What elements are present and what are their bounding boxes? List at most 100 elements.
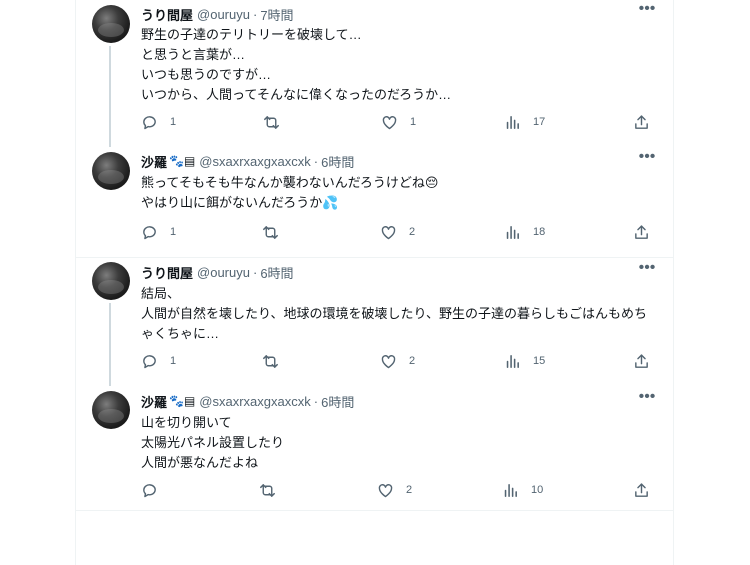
reply-button[interactable]: 1 (141, 111, 176, 133)
heart-icon (381, 225, 396, 239)
like-button[interactable]: 2 (380, 350, 415, 372)
share-icon (635, 482, 648, 497)
view-count: 15 (533, 355, 546, 367)
timestamp[interactable]: 7時間 (260, 5, 293, 24)
tweet[interactable]: うり間屋 @ouruyu · 7時間 ••• 野生の子達のテリトリーを破壊して…… (76, 0, 673, 147)
like-count: 2 (409, 355, 416, 367)
tweet-text-line: と思うと言葉が… (141, 47, 246, 62)
avatar[interactable] (92, 152, 130, 190)
tweet-text-line: 人間が悪なんだよね (141, 455, 259, 470)
tweet-text-line: 野生の子達のテリトリーを破壊して… (141, 27, 362, 42)
author-name[interactable]: うり間屋 (141, 263, 193, 282)
timestamp[interactable]: 6時間 (321, 152, 354, 171)
views-button[interactable]: 18 (504, 221, 545, 243)
timestamp[interactable]: 6時間 (321, 392, 354, 411)
share-button[interactable] (633, 479, 650, 501)
like-button[interactable]: 1 (381, 111, 416, 133)
author-handle[interactable]: @ouruyu (197, 7, 250, 22)
reply-button[interactable] (141, 479, 170, 501)
retweet-icon (264, 115, 279, 129)
views-chart-icon (506, 225, 519, 239)
separator-dot: · (313, 393, 319, 409)
tweet[interactable]: うり間屋 @ouruyu · 6時間 ••• 結局、 人間が自然を壊したり、地球… (76, 257, 673, 386)
tweet-text-line: 結局、 (141, 286, 181, 301)
tweet[interactable]: 沙羅 🐾▤ @sxaxrxaxgxaxcxk · 6時間 ••• 熊ってそもそも… (76, 147, 673, 258)
like-count: 2 (409, 226, 416, 238)
reply-count: 1 (170, 355, 177, 367)
author-handle[interactable]: @sxaxrxaxgxaxcxk (199, 154, 310, 169)
retweet-icon (263, 225, 278, 239)
like-button[interactable]: 2 (380, 221, 415, 243)
action-bar: 1 2 15 (76, 350, 673, 372)
reply-button[interactable]: 1 (141, 350, 176, 372)
reply-icon (143, 115, 156, 129)
name-emoji: 🐾▤ (169, 394, 196, 408)
share-button[interactable] (633, 111, 650, 133)
author-handle[interactable]: @ouruyu (197, 265, 250, 280)
reply-icon (143, 483, 156, 497)
like-count: 2 (406, 484, 413, 496)
reply-button[interactable]: 1 (141, 221, 176, 243)
share-button[interactable] (633, 350, 650, 372)
more-dots-icon[interactable]: ••• (637, 389, 657, 410)
conversation-thread: うり間屋 @ouruyu · 7時間 ••• 野生の子達のテリトリーを破壊して…… (75, 0, 674, 565)
action-bar: 2 10 (76, 479, 673, 501)
tweet-text-line: いつから、人間ってそんなに偉くなったのだろうか… (141, 87, 452, 102)
tweet-text: 熊ってそもそも牛なんか襲わないんだろうけどね😔 やはり山に餌がないんだろうか💦 (141, 173, 661, 213)
author-name[interactable]: うり間屋 (141, 5, 193, 24)
share-icon (635, 114, 648, 129)
tweet-text-line: 人間が自然を壊したり、地球の環境を破壊したり、野生の子達の暮らしもごはんもめち (141, 306, 647, 321)
avatar[interactable] (92, 5, 130, 43)
tweet-text-line: いつも思うのですが… (141, 67, 272, 82)
view-count: 18 (533, 226, 546, 238)
retweet-button[interactable] (263, 111, 280, 133)
heart-icon (381, 354, 396, 368)
views-button[interactable]: 10 (502, 479, 543, 501)
tweet-header: 沙羅 🐾▤ @sxaxrxaxgxaxcxk · 6時間 (141, 152, 354, 170)
views-chart-icon (506, 115, 519, 129)
author-name[interactable]: 沙羅 (141, 152, 167, 171)
more-dots-icon[interactable]: ••• (637, 149, 657, 170)
name-emoji: 🐾▤ (169, 154, 196, 168)
author-name[interactable]: 沙羅 (141, 392, 167, 411)
tweet-header: 沙羅 🐾▤ @sxaxrxaxgxaxcxk · 6時間 (141, 392, 354, 410)
tweet-text-line: やはり山に餌がないんだろうか💦 (141, 195, 339, 210)
share-button[interactable] (633, 221, 650, 243)
like-count: 1 (410, 116, 417, 128)
views-chart-icon (504, 483, 517, 497)
share-icon (635, 353, 648, 368)
retweet-button[interactable] (262, 221, 279, 243)
more-dots-icon[interactable]: ••• (637, 260, 657, 281)
share-icon (635, 224, 648, 239)
tweet-header: うり間屋 @ouruyu · 6時間 (141, 263, 294, 281)
like-button[interactable]: 2 (377, 479, 412, 501)
retweet-icon (263, 354, 278, 368)
heart-icon (378, 483, 393, 497)
retweet-button[interactable] (259, 479, 276, 501)
tweet[interactable]: 沙羅 🐾▤ @sxaxrxaxgxaxcxk · 6時間 ••• 山を切り開いて… (76, 386, 673, 511)
author-handle[interactable]: @sxaxrxaxgxaxcxk (199, 394, 310, 409)
action-bar: 1 1 17 (76, 111, 673, 133)
view-count: 10 (531, 484, 544, 496)
views-button[interactable]: 17 (504, 111, 545, 133)
separator-dot: · (252, 6, 258, 22)
avatar[interactable] (92, 262, 130, 300)
timestamp[interactable]: 6時間 (260, 263, 293, 282)
tweet-text: 野生の子達のテリトリーを破壊して… と思うと言葉が… いつも思うのですが… いつ… (141, 25, 661, 105)
reply-count: 1 (170, 116, 177, 128)
retweet-icon (260, 483, 275, 497)
action-bar: 1 2 18 (76, 221, 673, 243)
separator-dot: · (313, 153, 319, 169)
tweet-text-line: 熊ってそもそも牛なんか襲わないんだろうけどね😔 (141, 175, 439, 190)
thread-connector-line (109, 303, 111, 386)
views-button[interactable]: 15 (504, 350, 545, 372)
more-dots-icon[interactable]: ••• (637, 1, 657, 22)
tweet-text: 結局、 人間が自然を壊したり、地球の環境を破壊したり、野生の子達の暮らしもごはん… (141, 284, 661, 344)
retweet-button[interactable] (262, 350, 279, 372)
separator-dot: · (252, 264, 258, 280)
tweet-text: 山を切り開いて 太陽光パネル設置したり 人間が悪なんだよね (141, 413, 661, 473)
reply-icon (143, 354, 156, 368)
heart-icon (382, 115, 397, 129)
avatar[interactable] (92, 391, 130, 429)
tweet-text-line: 太陽光パネル設置したり (141, 435, 285, 450)
